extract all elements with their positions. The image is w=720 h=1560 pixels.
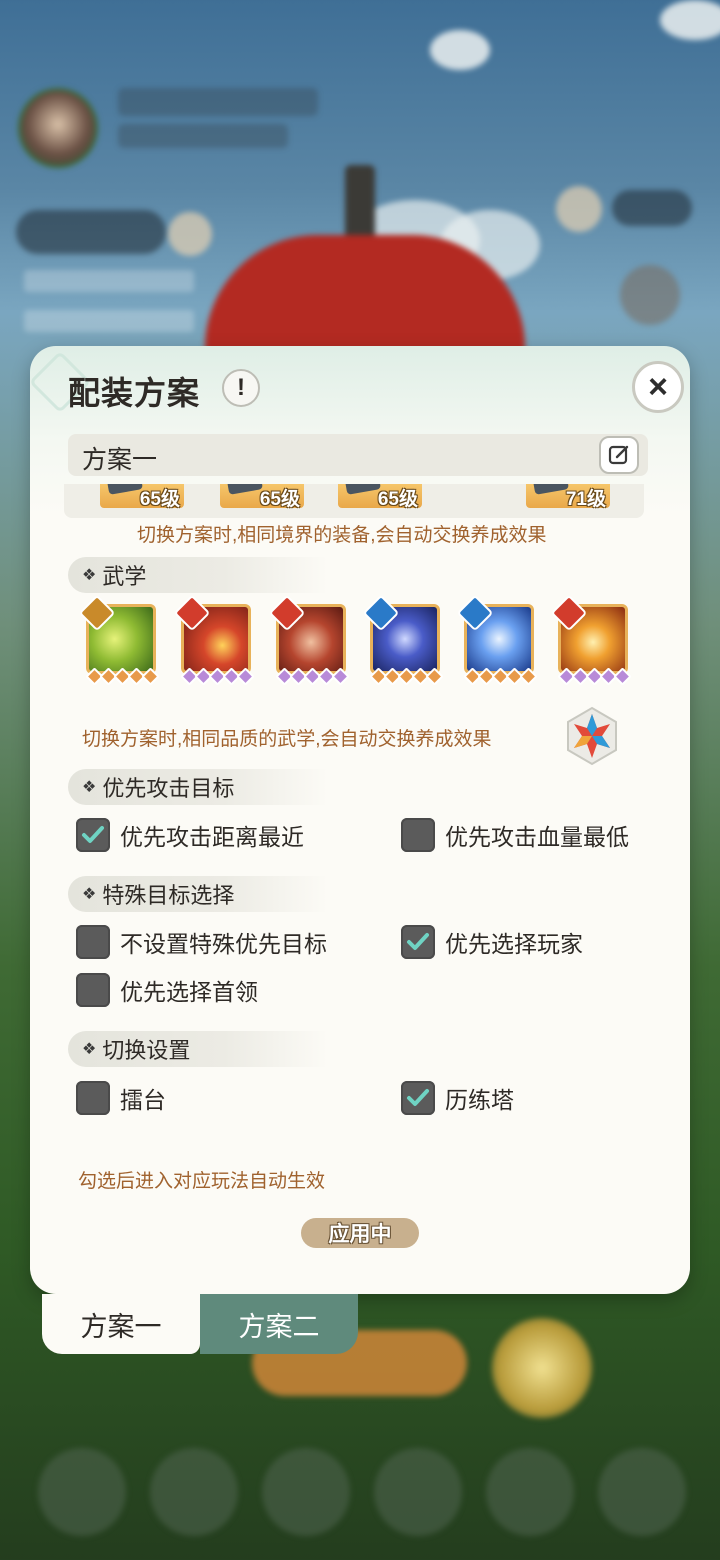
star-pips bbox=[463, 667, 538, 686]
option-label: 优先攻击距离最近 bbox=[120, 824, 304, 850]
tab-scheme-1[interactable]: 方案一 bbox=[42, 1294, 200, 1354]
checkbox-unchecked[interactable] bbox=[76, 925, 110, 959]
option-label: 优先选择玩家 bbox=[445, 931, 583, 957]
hexagram-star-icon[interactable] bbox=[560, 704, 624, 768]
option-label: 不设置特殊优先目标 bbox=[120, 931, 327, 957]
switch-note: 勾选后进入对应玩法自动生效 bbox=[78, 1171, 326, 1192]
attack-nearest-option[interactable]: 优先攻击距离最近 bbox=[76, 818, 304, 852]
checkbox-checked[interactable] bbox=[401, 925, 435, 959]
skill-slot[interactable] bbox=[268, 594, 350, 686]
skill-slot[interactable] bbox=[173, 594, 255, 686]
armor-icon bbox=[345, 484, 381, 495]
equipment-note: 切换方案时,相同境界的装备,会自动交换养成效果 bbox=[137, 525, 547, 546]
section-header-special: ❖ 特殊目标选择 bbox=[68, 876, 328, 912]
equipment-level: 65级 bbox=[377, 489, 418, 510]
section-header-martial: ❖ 武学 bbox=[68, 557, 328, 593]
equipment-item[interactable]: 65级 bbox=[220, 484, 304, 510]
star-pips bbox=[369, 667, 444, 686]
section-title: 武学 bbox=[102, 564, 147, 589]
option-label: 擂台 bbox=[120, 1087, 166, 1113]
edit-icon[interactable] bbox=[599, 436, 639, 474]
prefer-player-option[interactable]: 优先选择玩家 bbox=[401, 925, 583, 959]
checkbox-checked[interactable] bbox=[401, 1081, 435, 1115]
section-header-attack: ❖ 优先攻击目标 bbox=[68, 769, 328, 805]
no-special-target-option[interactable]: 不设置特殊优先目标 bbox=[76, 925, 327, 959]
trial-tower-option[interactable]: 历练塔 bbox=[401, 1081, 514, 1115]
skill-slot[interactable] bbox=[550, 594, 632, 686]
panel-title: 配装方案 bbox=[68, 375, 201, 411]
option-label: 优先攻击血量最低 bbox=[445, 824, 629, 850]
checkbox-unchecked[interactable] bbox=[76, 1081, 110, 1115]
skill-slot[interactable] bbox=[362, 594, 444, 686]
equipment-list[interactable]: 65级 65级 65级 71级 bbox=[64, 484, 644, 518]
equipment-item[interactable]: 71级 bbox=[526, 484, 610, 510]
armor-icon bbox=[533, 484, 569, 495]
star-pips bbox=[275, 667, 350, 686]
section-header-switch: ❖ 切换设置 bbox=[68, 1031, 328, 1067]
skill-slot[interactable] bbox=[78, 594, 160, 686]
checkbox-unchecked[interactable] bbox=[401, 818, 435, 852]
diamond-bullet-icon: ❖ bbox=[82, 567, 97, 584]
scheme-name: 方案一 bbox=[82, 446, 158, 474]
equipment-level: 71级 bbox=[565, 489, 606, 510]
tab-scheme-2[interactable]: 方案二 bbox=[200, 1294, 358, 1354]
prefer-boss-option[interactable]: 优先选择首领 bbox=[76, 973, 258, 1007]
close-button[interactable]: × bbox=[632, 361, 684, 413]
diamond-bullet-icon: ❖ bbox=[82, 779, 97, 796]
armor-icon bbox=[227, 484, 263, 495]
equipment-level: 65级 bbox=[139, 489, 180, 510]
star-pips bbox=[180, 667, 255, 686]
option-label: 优先选择首领 bbox=[120, 979, 258, 1005]
applied-status-badge: 应用中 bbox=[301, 1218, 419, 1248]
equipment-item[interactable]: 65级 bbox=[338, 484, 422, 510]
equipment-item[interactable]: 65级 bbox=[100, 484, 184, 510]
diamond-bullet-icon: ❖ bbox=[82, 886, 97, 903]
equipment-level: 65级 bbox=[259, 489, 300, 510]
option-label: 历练塔 bbox=[445, 1087, 514, 1113]
checkbox-unchecked[interactable] bbox=[76, 973, 110, 1007]
armor-icon bbox=[107, 484, 143, 495]
player-avatar bbox=[18, 88, 98, 168]
star-pips bbox=[85, 667, 160, 686]
arena-option[interactable]: 擂台 bbox=[76, 1081, 166, 1115]
diamond-bullet-icon: ❖ bbox=[82, 1041, 97, 1058]
section-title: 切换设置 bbox=[102, 1038, 191, 1063]
attack-lowest-hp-option[interactable]: 优先攻击血量最低 bbox=[401, 818, 629, 852]
section-title: 特殊目标选择 bbox=[102, 883, 235, 908]
section-title: 优先攻击目标 bbox=[102, 776, 235, 801]
martial-note: 切换方案时,相同品质的武学,会自动交换养成效果 bbox=[82, 729, 492, 750]
checkbox-checked[interactable] bbox=[76, 818, 110, 852]
star-pips bbox=[557, 667, 632, 686]
info-icon[interactable]: ! bbox=[222, 369, 260, 407]
skill-slot[interactable] bbox=[456, 594, 538, 686]
